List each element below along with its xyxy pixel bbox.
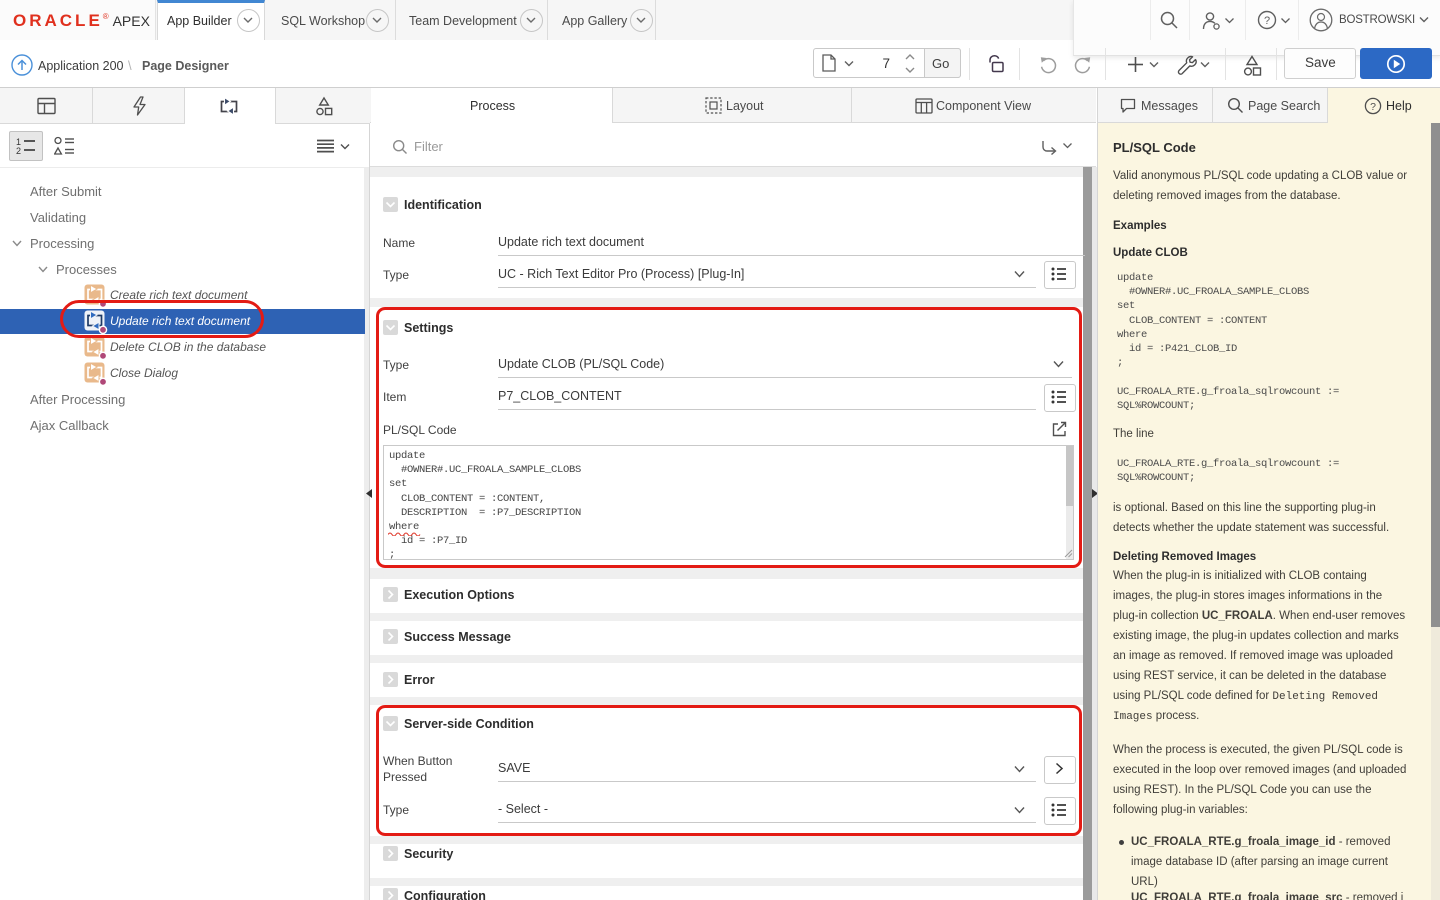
svg-text:?: ? <box>1264 15 1270 27</box>
svg-text:2: 2 <box>16 146 21 155</box>
svg-text:?: ? <box>1370 101 1376 113</box>
